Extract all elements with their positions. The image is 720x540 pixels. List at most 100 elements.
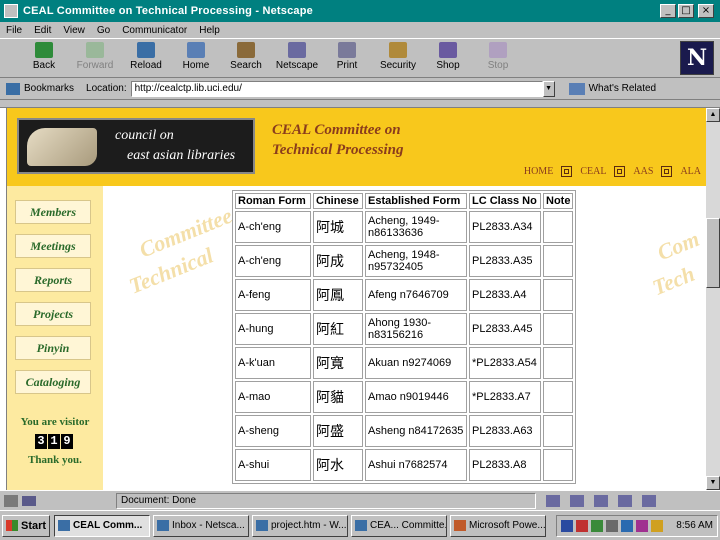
lc-class-cell: PL2833.A34 — [469, 211, 541, 243]
location-label: Location: — [86, 83, 127, 94]
table-header-row: Roman Form Chinese Established Form LC C… — [235, 193, 574, 209]
personal-toolbar-grip[interactable] — [0, 100, 720, 108]
bookmarks-icon[interactable] — [6, 82, 20, 95]
vertical-scrollbar[interactable]: ▲ ▼ — [706, 108, 720, 490]
forward-button[interactable]: Forward — [71, 41, 119, 77]
thank-you-text: Thank you. — [28, 454, 82, 466]
nav-aas-link[interactable]: AAS — [633, 166, 653, 177]
tray-volume-icon[interactable] — [651, 519, 663, 532]
established-form-cell: Asheng n84172635 — [365, 415, 467, 447]
reload-button[interactable]: Reload — [122, 41, 170, 77]
table-row: A-k'uan 阿寬 Akuan n9274069 *PL2833.A54 — [235, 347, 574, 379]
taskbar-item-powerpoint[interactable]: Microsoft Powe... — [450, 514, 546, 537]
minimize-button[interactable]: _ — [660, 4, 676, 18]
start-button[interactable]: Start — [2, 514, 50, 537]
tray-globe-icon[interactable] — [621, 519, 633, 532]
logo-artwork — [27, 128, 97, 166]
back-button[interactable]: Back — [20, 41, 68, 77]
url-input[interactable]: http://cealctp.lib.uci.edu/ — [130, 80, 543, 97]
established-form-cell: Akuan n9274069 — [365, 347, 467, 379]
tray-app-icon[interactable] — [576, 519, 588, 532]
established-form-cell: Amao n9019446 — [365, 381, 467, 413]
taskbar-item-project[interactable]: project.htm - W... — [252, 514, 348, 537]
table-row: A-feng 阿鳳 Afeng n7646709 PL2833.A4 — [235, 279, 574, 311]
taskbar-item-ceal[interactable]: CEAL Comm... — [54, 514, 150, 537]
sidebar-item-projects[interactable]: Projects — [15, 302, 91, 326]
security-button[interactable]: Security — [374, 41, 422, 77]
whats-related-button[interactable]: What's Related — [589, 83, 657, 94]
counter-digit: 9 — [61, 434, 73, 449]
sidebar-item-reports[interactable]: Reports — [15, 268, 91, 292]
menu-file[interactable]: File — [6, 25, 22, 36]
roman-form-cell: A-ch'eng — [235, 211, 311, 243]
close-button[interactable]: × — [698, 4, 714, 18]
taskbar-clock[interactable]: 8:56 AM — [676, 520, 713, 531]
menu-go[interactable]: Go — [97, 25, 110, 36]
roman-form-cell: A-hung — [235, 313, 311, 345]
mail-icon[interactable] — [570, 494, 584, 507]
taskbar-item-inbox[interactable]: Inbox - Netsca... — [153, 514, 249, 537]
status-message: Document: Done — [116, 492, 536, 509]
table-row: A-sheng 阿盛 Asheng n84172635 PL2833.A63 — [235, 415, 574, 447]
scroll-down-button[interactable]: ▼ — [706, 476, 720, 490]
roman-form-cell: A-feng — [235, 279, 311, 311]
table-row: A-shui 阿水 Ashui n7682574 PL2833.A8 — [235, 449, 574, 481]
column-header-roman-form: Roman Form — [235, 193, 311, 209]
lc-class-cell: PL2833.A63 — [469, 415, 541, 447]
netscape-logo[interactable]: N — [680, 41, 714, 75]
scroll-up-button[interactable]: ▲ — [706, 108, 720, 122]
address-book-icon[interactable] — [618, 494, 632, 507]
navigator-icon[interactable] — [546, 494, 560, 507]
menu-help[interactable]: Help — [199, 25, 220, 36]
counter-digit: 1 — [48, 434, 60, 449]
watermark-text: Tech — [648, 260, 699, 301]
bookmarks-button[interactable]: Bookmarks — [24, 83, 74, 94]
established-form-cell: Ahong 1930- n83156216 — [365, 313, 467, 345]
navigation-toolbar: Back Forward Reload Home Search Netscape… — [0, 38, 720, 78]
nav-ceal-link[interactable]: CEAL — [580, 166, 606, 177]
sidebar-item-members[interactable]: Members — [15, 200, 91, 224]
logo-text-line2: east asian libraries — [127, 148, 236, 163]
ceal-logo[interactable]: council on east asian libraries — [17, 118, 255, 174]
netscape-window-icon — [58, 520, 70, 531]
composer-icon[interactable] — [642, 494, 656, 507]
home-icon — [187, 42, 205, 58]
visitor-counter: 3 1 9 — [35, 434, 74, 449]
tray-shield-icon[interactable] — [561, 519, 573, 532]
menu-communicator[interactable]: Communicator — [122, 25, 187, 36]
name-authority-table: Roman Form Chinese Established Form LC C… — [232, 190, 577, 484]
connection-status-icon — [22, 495, 36, 506]
url-dropdown-button[interactable]: ▼ — [542, 80, 555, 97]
editor-window-icon — [256, 520, 268, 531]
nav-home-link[interactable]: HOME — [524, 166, 553, 177]
sidebar-item-meetings[interactable]: Meetings — [15, 234, 91, 258]
search-button[interactable]: Search — [222, 41, 270, 77]
stop-icon — [489, 42, 507, 58]
tray-printer-icon[interactable] — [606, 519, 618, 532]
home-button[interactable]: Home — [172, 41, 220, 77]
discussions-icon[interactable] — [594, 494, 608, 507]
location-toolbar: Bookmarks Location: http://cealctp.lib.u… — [0, 78, 720, 100]
shop-button[interactable]: Shop — [424, 41, 472, 77]
chinese-cell: 阿盛 — [313, 415, 363, 447]
menu-edit[interactable]: Edit — [34, 25, 51, 36]
page-banner: council on east asian libraries CEAL Com… — [7, 108, 706, 186]
security-status-icon[interactable] — [4, 494, 18, 507]
maximize-button[interactable]: □ — [678, 4, 694, 18]
tray-misc-icon[interactable] — [636, 519, 648, 532]
netscape-button[interactable]: Netscape — [273, 41, 321, 77]
windows-logo-icon — [6, 520, 18, 531]
windows-taskbar: Start CEAL Comm... Inbox - Netsca... pro… — [0, 510, 720, 540]
component-bar — [546, 494, 666, 507]
tray-network-icon[interactable] — [591, 519, 603, 532]
sidebar-item-pinyin[interactable]: Pinyin — [15, 336, 91, 360]
taskbar-item-ceal-committee[interactable]: CEA... Committe... — [351, 514, 447, 537]
scroll-thumb[interactable] — [706, 218, 720, 288]
sidebar-item-cataloging[interactable]: Cataloging — [15, 370, 91, 394]
print-button[interactable]: Print — [323, 41, 371, 77]
whats-related-icon[interactable] — [568, 82, 585, 95]
stop-button[interactable]: Stop — [474, 41, 522, 77]
roman-form-cell: A-ch'eng — [235, 245, 311, 277]
menu-view[interactable]: View — [63, 25, 85, 36]
nav-ala-link[interactable]: ALA — [680, 166, 701, 177]
